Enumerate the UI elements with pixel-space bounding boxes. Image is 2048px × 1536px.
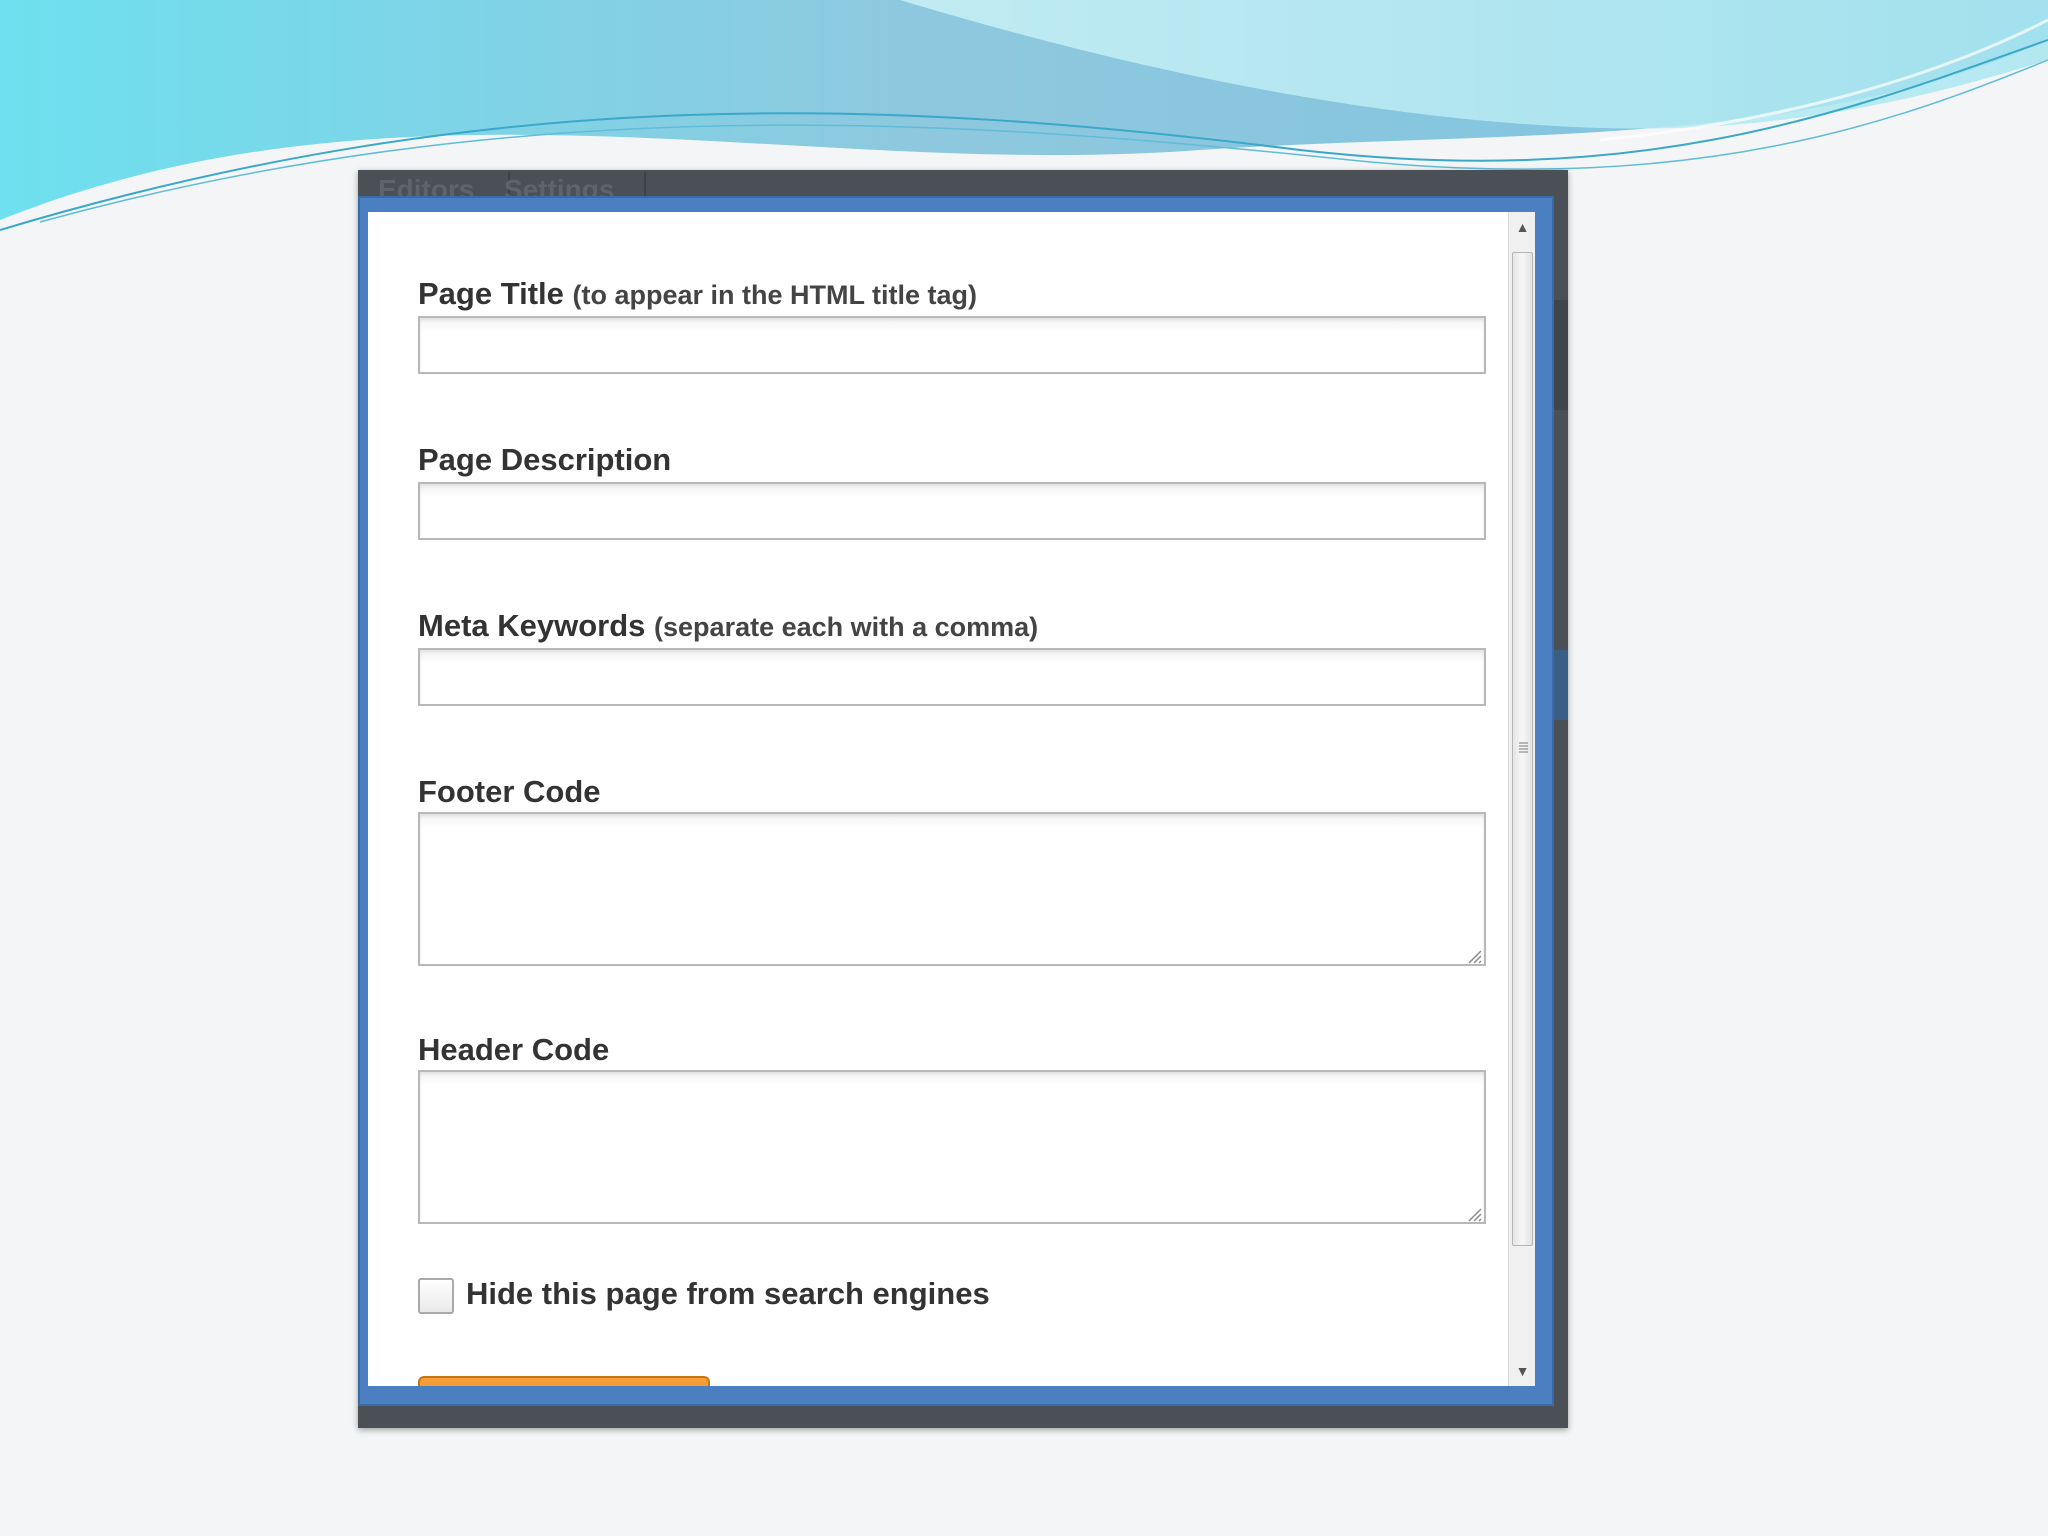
page-title-hint: (to appear in the HTML title tag) <box>572 280 978 310</box>
resize-grip-icon[interactable] <box>1466 1206 1482 1222</box>
scroll-thumb[interactable] <box>1512 252 1533 1246</box>
meta-keywords-hint: (separate each with a comma) <box>654 612 1039 642</box>
page-title-label-text: Page Title <box>418 276 564 311</box>
hide-from-search-checkbox[interactable] <box>418 1278 454 1314</box>
page-description-input[interactable] <box>418 482 1486 540</box>
meta-keywords-label-text: Meta Keywords <box>418 608 646 643</box>
modal-content: Page Title (to appear in the HTML title … <box>368 212 1535 1386</box>
footer-code-textarea[interactable] <box>418 812 1486 966</box>
page-description-label: Page Description <box>418 442 672 477</box>
header-code-label: Header Code <box>418 1032 610 1067</box>
meta-keywords-input[interactable] <box>418 648 1486 706</box>
hide-from-search-label[interactable]: Hide this page from search engines <box>466 1276 990 1312</box>
page-settings-modal: Page Title (to appear in the HTML title … <box>358 196 1554 1406</box>
scroll-up-icon[interactable]: ▲ <box>1509 212 1535 242</box>
page-title-input[interactable] <box>418 316 1486 374</box>
page-title-label: Page Title (to appear in the HTML title … <box>418 276 977 312</box>
scroll-down-icon[interactable]: ▼ <box>1509 1356 1535 1386</box>
modal-scrollbar[interactable]: ▲ ▼ <box>1508 212 1535 1386</box>
meta-keywords-label: Meta Keywords (separate each with a comm… <box>418 608 1038 644</box>
grip-lines-icon <box>1519 742 1528 753</box>
save-button[interactable] <box>418 1376 710 1386</box>
header-code-textarea[interactable] <box>418 1070 1486 1224</box>
slide-canvas: Editors Settings Page Title (to appear i… <box>0 0 2048 1536</box>
footer-code-label: Footer Code <box>418 774 601 809</box>
resize-grip-icon[interactable] <box>1466 948 1482 964</box>
